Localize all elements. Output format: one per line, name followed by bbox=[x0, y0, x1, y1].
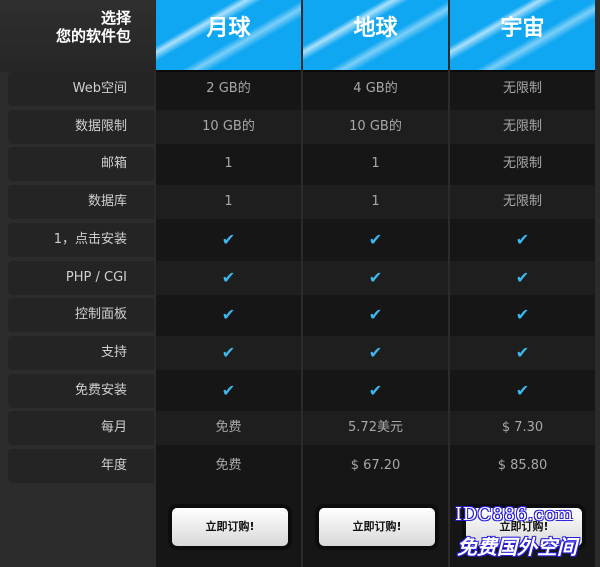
feature-label-text: 控制面板 bbox=[74, 307, 127, 322]
plan-header-moon: 月球 bbox=[156, 0, 301, 72]
order-button-earth[interactable]: 立即订购! bbox=[318, 507, 436, 547]
feature-label-text: 数据库 bbox=[87, 194, 127, 209]
order-button-moon[interactable]: 立即订购! bbox=[171, 507, 289, 547]
feature-label: Web空间 bbox=[8, 72, 154, 106]
check-icon: ✔ bbox=[221, 230, 236, 249]
feature-value: 1 bbox=[303, 185, 448, 219]
feature-value: 5.72美元 bbox=[303, 411, 448, 445]
feature-value: $ 85.80 bbox=[497, 458, 548, 473]
check-icon: ✔ bbox=[221, 381, 236, 400]
corner-title-line2: 您的软件包 bbox=[55, 27, 131, 45]
feature-value: $ 7.30 bbox=[450, 411, 595, 445]
feature-value: $ 67.20 bbox=[350, 458, 401, 473]
feature-label-text: 每月 bbox=[100, 420, 127, 435]
feature-label: 邮箱 bbox=[8, 147, 154, 181]
feature-label-text: 年度 bbox=[100, 458, 127, 473]
feature-label: 数据库 bbox=[8, 185, 154, 219]
feature-label: 数据限制 bbox=[8, 110, 154, 144]
feature-label-text: Web空间 bbox=[72, 81, 127, 96]
check-icon: ✔ bbox=[303, 336, 448, 370]
check-icon: ✔ bbox=[515, 230, 530, 249]
check-icon: ✔ bbox=[368, 305, 383, 324]
corner-title-line1: 选择 bbox=[100, 9, 131, 27]
feature-label-text: 1，点击安装 bbox=[53, 232, 127, 247]
feature-label: 支持 bbox=[8, 336, 154, 370]
feature-value: 免费 bbox=[156, 411, 301, 445]
feature-label: 免费安装 bbox=[8, 374, 154, 408]
feature-label-text: 支持 bbox=[100, 345, 127, 360]
feature-label: PHP / CGI bbox=[8, 261, 154, 295]
check-icon: ✔ bbox=[368, 230, 383, 249]
check-icon: ✔ bbox=[450, 336, 595, 370]
check-icon: ✔ bbox=[156, 336, 301, 370]
feature-label: 控制面板 bbox=[8, 298, 154, 332]
plan-header-earth: 地球 bbox=[303, 0, 448, 72]
check-icon: ✔ bbox=[156, 261, 301, 295]
corner-title: 选择 您的软件包 bbox=[0, 0, 155, 72]
check-icon: ✔ bbox=[450, 261, 595, 295]
feature-value: 无限制 bbox=[502, 81, 542, 96]
feature-label-text: 数据限制 bbox=[74, 119, 127, 134]
feature-value: 免费 bbox=[215, 458, 242, 473]
check-icon: ✔ bbox=[221, 305, 236, 324]
feature-label-text: 邮箱 bbox=[100, 156, 127, 171]
feature-value: 10 GB的 bbox=[156, 110, 301, 144]
feature-label: 年度 bbox=[8, 449, 154, 483]
feature-value: 2 GB的 bbox=[206, 81, 251, 96]
feature-label-text: PHP / CGI bbox=[65, 270, 127, 285]
check-icon: ✔ bbox=[515, 305, 530, 324]
check-icon: ✔ bbox=[515, 381, 530, 400]
plan-header-universe: 宇宙 bbox=[450, 0, 595, 72]
feature-value: 4 GB的 bbox=[353, 81, 398, 96]
order-button-universe[interactable]: 立即订购! bbox=[465, 507, 583, 547]
feature-value: 1 bbox=[371, 156, 380, 171]
feature-label-text: 免费安装 bbox=[74, 383, 127, 398]
feature-label: 每月 bbox=[8, 411, 154, 445]
feature-value: 无限制 bbox=[502, 156, 542, 171]
feature-value: 1 bbox=[156, 185, 301, 219]
feature-value: 10 GB的 bbox=[303, 110, 448, 144]
feature-value: 无限制 bbox=[450, 185, 595, 219]
feature-value: 无限制 bbox=[450, 110, 595, 144]
check-icon: ✔ bbox=[303, 261, 448, 295]
feature-value: 1 bbox=[224, 156, 233, 171]
feature-label: 1，点击安装 bbox=[8, 223, 154, 257]
check-icon: ✔ bbox=[368, 381, 383, 400]
